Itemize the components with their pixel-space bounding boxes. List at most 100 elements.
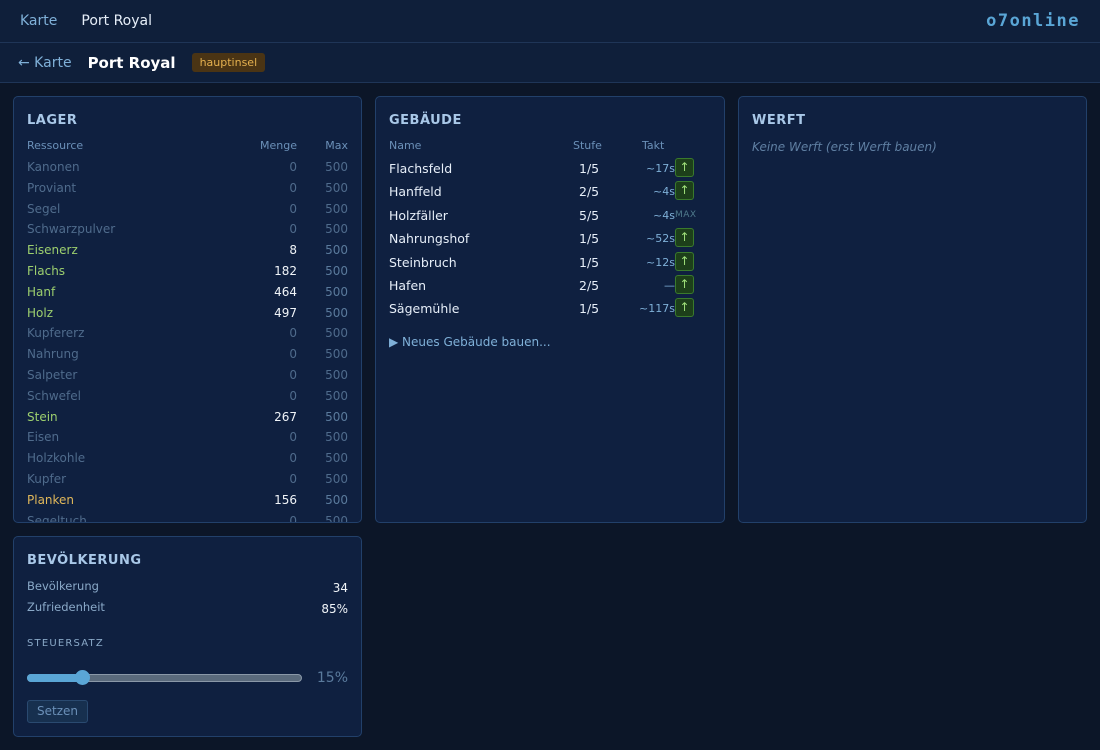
resource-max: 500 — [325, 451, 348, 466]
building-name: Sägemühle — [389, 301, 460, 317]
page-title: Port Royal — [87, 53, 176, 72]
building-cycle: ~17s — [646, 162, 675, 175]
nav-map-link[interactable]: Karte — [20, 13, 57, 29]
warehouse-row: Kupfer 0 500 — [27, 469, 348, 490]
resource-name: Segeltuch — [27, 513, 87, 523]
resource-name: Salpeter — [27, 367, 78, 382]
building-level: 1/5 — [579, 301, 600, 317]
building-row: Holzfäller 5/5 ~4s MAX — [389, 204, 711, 227]
warehouse-row: Nahrung 0 500 — [27, 344, 348, 365]
tax-rate-label: STEUERSATZ — [27, 638, 104, 649]
resource-qty: 0 — [289, 388, 297, 403]
resource-name: Flachs — [27, 263, 66, 278]
resource-max: 500 — [325, 367, 348, 382]
resource-max: 500 — [325, 347, 348, 362]
resource-qty: 0 — [289, 326, 297, 341]
new-building-toggle[interactable]: ▶ Neues Gebäude bauen... — [389, 335, 551, 349]
upgrade-button[interactable]: ↑ — [675, 158, 694, 177]
resource-max: 500 — [325, 222, 348, 237]
resource-max: 500 — [325, 305, 348, 320]
building-level: 1/5 — [579, 254, 600, 270]
resource-max: 500 — [325, 284, 348, 299]
building-row: Flachsfeld 1/5 ~17s ↑ — [389, 157, 711, 180]
brand-logo[interactable]: o7online — [986, 11, 1080, 31]
upgrade-button[interactable]: ↑ — [675, 251, 694, 271]
satisfaction-label: Zufriedenheit — [27, 600, 105, 614]
col-max: Max — [325, 139, 348, 152]
resource-qty: 464 — [274, 284, 297, 299]
building-cycle: ~12s — [646, 255, 675, 269]
resource-qty: 0 — [289, 430, 297, 445]
building-cycle: ~52s — [646, 232, 675, 246]
resource-name: Stein — [27, 409, 58, 424]
upgrade-button[interactable]: ↑ — [675, 298, 694, 318]
tax-rate-value: 15% — [316, 670, 348, 686]
resource-qty: 0 — [289, 513, 297, 523]
building-name: Holzfäller — [389, 207, 448, 223]
set-tax-button[interactable]: Setzen — [27, 700, 88, 723]
upgrade-button[interactable]: ↑ — [675, 274, 694, 294]
warehouse-row: Schwarzpulver 0 500 — [27, 219, 348, 240]
building-row: Steinbruch 1/5 ~12s ↑ — [389, 251, 711, 274]
resource-max: 500 — [325, 243, 348, 258]
resource-qty: 267 — [274, 409, 297, 424]
resource-max: 500 — [325, 471, 348, 486]
satisfaction-value: 85% — [321, 602, 348, 616]
upgrade-button[interactable]: ↑ — [675, 181, 694, 201]
warehouse-row: Segel 0 500 — [27, 199, 348, 220]
tax-rate-slider[interactable] — [27, 670, 302, 685]
building-cycle: — — [664, 278, 675, 292]
top-navigation: Karte Port Royal o7online — [0, 0, 1100, 43]
slider-thumb[interactable] — [75, 670, 90, 685]
resource-name: Nahrung — [27, 347, 79, 362]
buildings-table-header: Name Stufe Takt — [389, 139, 711, 155]
warehouse-title: LAGER — [27, 113, 78, 128]
warehouse-row: Eisen 0 500 — [27, 427, 348, 448]
buildings-rows: Flachsfeld 1/5 ~17s ↑ Hanffeld 2/5 ~4s ↑ Holzfäl… — [389, 157, 711, 321]
building-name: Hafen — [389, 277, 427, 293]
warehouse-table-header: Ressource Menge Max — [27, 139, 348, 155]
warehouse-row: Stein 267 500 — [27, 407, 348, 428]
warehouse-row: Salpeter 0 500 — [27, 365, 348, 386]
building-name: Nahrungshof — [389, 231, 470, 247]
warehouse-row: Segeltuch 0 500 — [27, 511, 348, 523]
resource-qty: 0 — [289, 471, 297, 486]
warehouse-row: Kupfererz 0 500 — [27, 323, 348, 344]
building-level: 1/5 — [579, 231, 600, 247]
population-title: BEVÖLKERUNG — [27, 553, 142, 568]
col-name: Name — [389, 139, 422, 152]
resource-name: Proviant — [27, 180, 77, 195]
building-level: 5/5 — [579, 207, 600, 223]
building-row: Sägemühle 1/5 ~117s ↑ — [389, 297, 711, 320]
resource-name: Holzkohle — [27, 451, 86, 466]
warehouse-row: Proviant 0 500 — [27, 178, 348, 199]
resource-max: 500 — [325, 160, 348, 174]
resource-qty: 0 — [289, 201, 297, 216]
upgrade-button[interactable]: ↑ — [675, 228, 694, 248]
page-header: ← Karte Port Royal hauptinsel — [0, 43, 1100, 83]
resource-qty: 0 — [289, 180, 297, 195]
resource-max: 500 — [325, 180, 348, 195]
resource-qty: 0 — [289, 347, 297, 362]
building-level: 1/5 — [579, 161, 600, 176]
slider-fill — [27, 674, 82, 682]
warehouse-row: Hanf 464 500 — [27, 282, 348, 303]
back-to-map-link[interactable]: ← Karte — [18, 55, 72, 71]
building-row: Nahrungshof 1/5 ~52s ↑ — [389, 227, 711, 250]
resource-max: 500 — [325, 263, 348, 278]
population-panel: BEVÖLKERUNG Bevölkerung 34 Zufriedenheit… — [13, 536, 362, 737]
col-resource: Ressource — [27, 139, 84, 152]
resource-name: Kanonen — [27, 160, 80, 174]
building-name: Steinbruch — [389, 254, 457, 270]
nav-current-island: Port Royal — [81, 13, 152, 29]
population-row: Bevölkerung 34 — [27, 579, 348, 597]
resource-name: Schwefel — [27, 388, 81, 403]
resource-qty: 0 — [289, 222, 297, 237]
warehouse-row: Holzkohle 0 500 — [27, 448, 348, 469]
shipyard-empty-message: Keine Werft (erst Werft bauen) — [752, 140, 937, 154]
building-row: Hafen 2/5 — ↑ — [389, 274, 711, 297]
island-type-badge: hauptinsel — [191, 53, 266, 72]
buildings-panel: GEBÄUDE Name Stufe Takt Flachsfeld 1/5 ~17… — [375, 96, 725, 523]
resource-name: Hanf — [27, 284, 56, 299]
resource-qty: 0 — [289, 451, 297, 466]
